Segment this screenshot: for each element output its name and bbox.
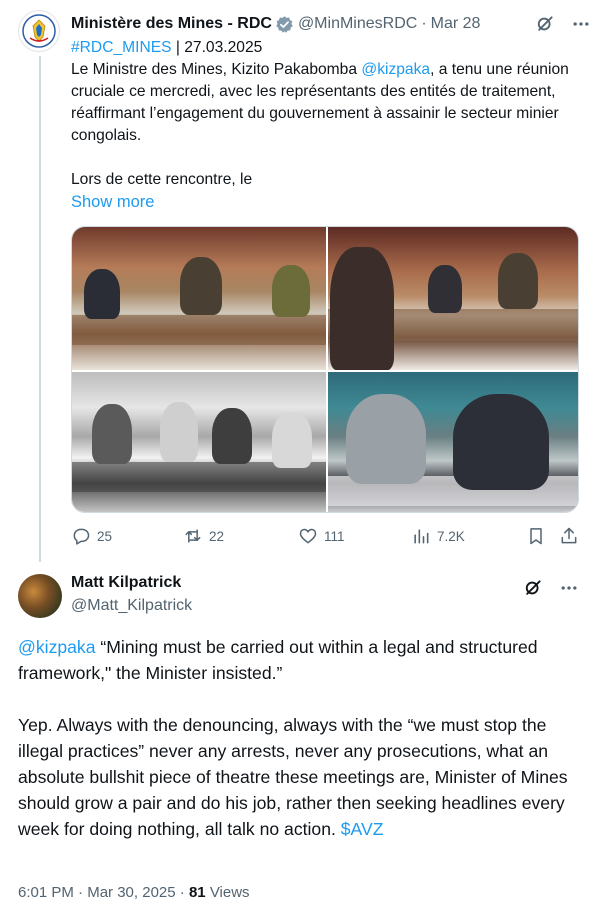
show-more-link[interactable]: Show more [71, 191, 154, 213]
author-handle[interactable]: @MinMinesRDC [298, 15, 417, 33]
reply-icon [73, 528, 90, 545]
grok-icon[interactable] [522, 577, 544, 599]
paragraph-1: Le Ministre des Mines, Kizito Pakabomba … [71, 59, 571, 147]
retweet-icon [185, 529, 201, 543]
tweet-metadata: 6:01 PM · Mar 30, 2025 · 81 Views [18, 884, 250, 901]
person-shape [160, 402, 198, 462]
retweet-count: 22 [209, 528, 225, 544]
parent-tweet[interactable]: Ministère des Mines - RDC @MinMinesRDC ·… [0, 0, 598, 572]
person-shape [272, 412, 312, 468]
tweet-date[interactable]: Mar 28 [431, 15, 481, 33]
hashtag-link[interactable]: #RDC_MINES [71, 39, 172, 56]
person-shape [498, 253, 538, 309]
meeting-photo-1[interactable] [72, 227, 326, 370]
author-name[interactable]: Matt Kilpatrick [71, 574, 181, 592]
meeting-photo-2[interactable] [328, 227, 578, 370]
views-button[interactable]: 7.2K [411, 526, 465, 546]
share-button[interactable] [559, 526, 579, 546]
retweet-button[interactable]: 22 [183, 526, 224, 546]
reply-count: 25 [97, 528, 113, 544]
quote-paragraph: @kizpaka “Mining must be carried out wit… [18, 634, 583, 686]
more-icon[interactable] [570, 13, 592, 35]
separator-dot: · [421, 15, 427, 32]
matt-avatar[interactable] [18, 574, 62, 618]
views-count: 7.2K [437, 528, 465, 544]
media-grid [71, 226, 579, 513]
like-button[interactable]: 111 [298, 526, 345, 546]
bookmark-icon [530, 528, 542, 545]
coat-of-arms-icon [22, 14, 56, 48]
parent-tweet-text: #RDC_MINES | 27.03.2025 Le Ministre des … [71, 37, 571, 214]
mention-link[interactable]: @kizpaka [361, 61, 430, 78]
body-paragraph: Yep. Always with the denouncing, always … [18, 712, 583, 842]
share-icon [561, 527, 577, 544]
paragraph-2: Lors de cette rencontre, le [71, 171, 253, 188]
main-tweet-text: @kizpaka “Mining must be carried out wit… [18, 634, 583, 842]
person-shape [84, 269, 120, 319]
table-shape [72, 315, 326, 345]
grok-icon[interactable] [534, 13, 556, 35]
like-count: 111 [324, 528, 345, 544]
parent-tweet-header: Ministère des Mines - RDC @MinMinesRDC ·… [71, 12, 586, 36]
parent-action-bar: 25 22 111 7.2K [71, 526, 591, 550]
separator-dot: · [179, 884, 189, 901]
person-shape [453, 394, 549, 490]
more-icon[interactable] [558, 577, 580, 599]
body-text: Le Ministre des Mines, Kizito Pakabomba [71, 61, 362, 78]
views-label: Views [209, 884, 250, 901]
person-shape [180, 257, 222, 315]
author-name[interactable]: Ministère des Mines - RDC [71, 15, 272, 33]
main-header-actions [522, 577, 580, 599]
author-handle[interactable]: @Matt_Kilpatrick [71, 597, 192, 615]
meeting-photo-4[interactable] [328, 372, 578, 512]
like-icon [299, 528, 317, 544]
person-shape [330, 247, 394, 370]
parent-header-actions [534, 13, 592, 35]
meeting-photo-3[interactable] [72, 372, 326, 512]
verified-badge-icon[interactable] [275, 15, 294, 34]
quote-text: “Mining must be carried out within a leg… [18, 637, 538, 683]
ministere-avatar[interactable] [18, 10, 60, 52]
hashtag-line: #RDC_MINES | 27.03.2025 [71, 37, 571, 59]
views-icon [414, 529, 429, 544]
person-shape [212, 408, 252, 464]
cashtag-link[interactable]: $AVZ [341, 819, 384, 839]
mention-link[interactable]: @kizpaka [18, 637, 96, 657]
person-shape [272, 265, 310, 317]
reply-button[interactable]: 25 [71, 526, 112, 546]
body-text: Yep. Always with the denouncing, always … [18, 715, 568, 839]
separator-dot: · [78, 884, 88, 901]
tweet-time[interactable]: 6:01 PM [18, 884, 74, 901]
tweet-date[interactable]: Mar 30, 2025 [87, 884, 175, 901]
person-shape [346, 394, 426, 484]
date-tag: | 27.03.2025 [175, 39, 263, 56]
bookmark-button[interactable] [526, 526, 546, 546]
views-count: 81 [188, 884, 206, 901]
person-shape [428, 265, 462, 313]
person-shape [92, 404, 132, 464]
